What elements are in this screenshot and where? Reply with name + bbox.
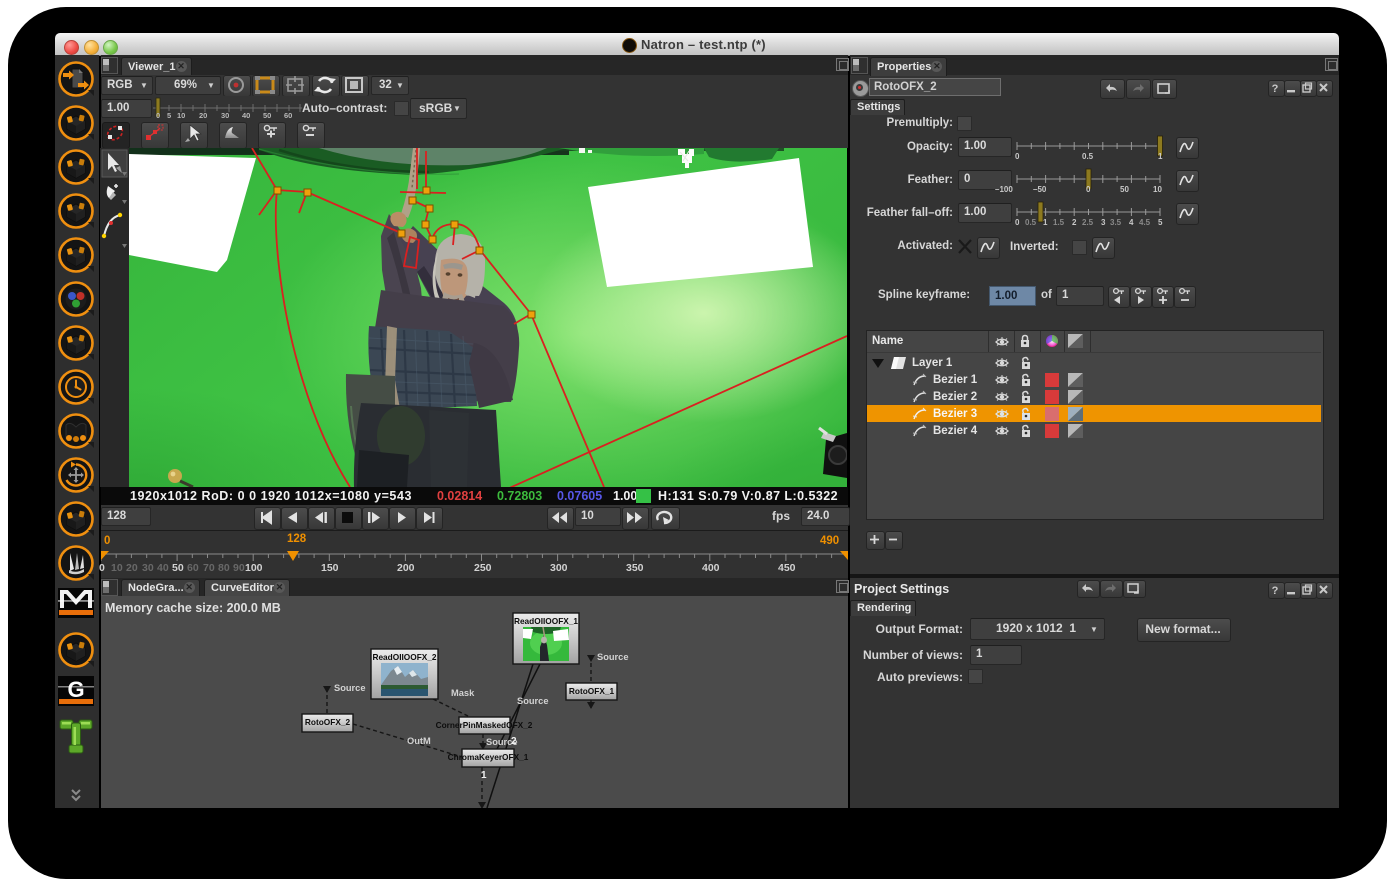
svg-text:ChromaKeyerOFX_1: ChromaKeyerOFX_1 — [448, 752, 529, 762]
svg-text:OutM: OutM — [407, 736, 431, 746]
svg-text:RotoOFX_1: RotoOFX_1 — [569, 686, 615, 696]
svg-text:RotoOFX_2: RotoOFX_2 — [305, 717, 351, 727]
svg-text:Source: Source — [334, 683, 366, 693]
svg-text:?: ? — [1272, 585, 1279, 597]
svg-text:CornerPinMaskedOFX_2: CornerPinMaskedOFX_2 — [436, 720, 533, 730]
svg-text:Source: Source — [517, 696, 549, 706]
svg-text:Source: Source — [597, 652, 629, 662]
svg-text:Mask: Mask — [451, 688, 475, 698]
svg-text:ReadOIIOOFX_2: ReadOIIOOFX_2 — [372, 652, 436, 662]
svg-text:G: G — [67, 677, 84, 702]
svg-text:ReadOIIOOFX_1: ReadOIIOOFX_1 — [514, 616, 578, 626]
svg-text:2: 2 — [511, 736, 517, 747]
svg-text:?: ? — [1272, 83, 1279, 95]
svg-text:1: 1 — [481, 770, 487, 781]
